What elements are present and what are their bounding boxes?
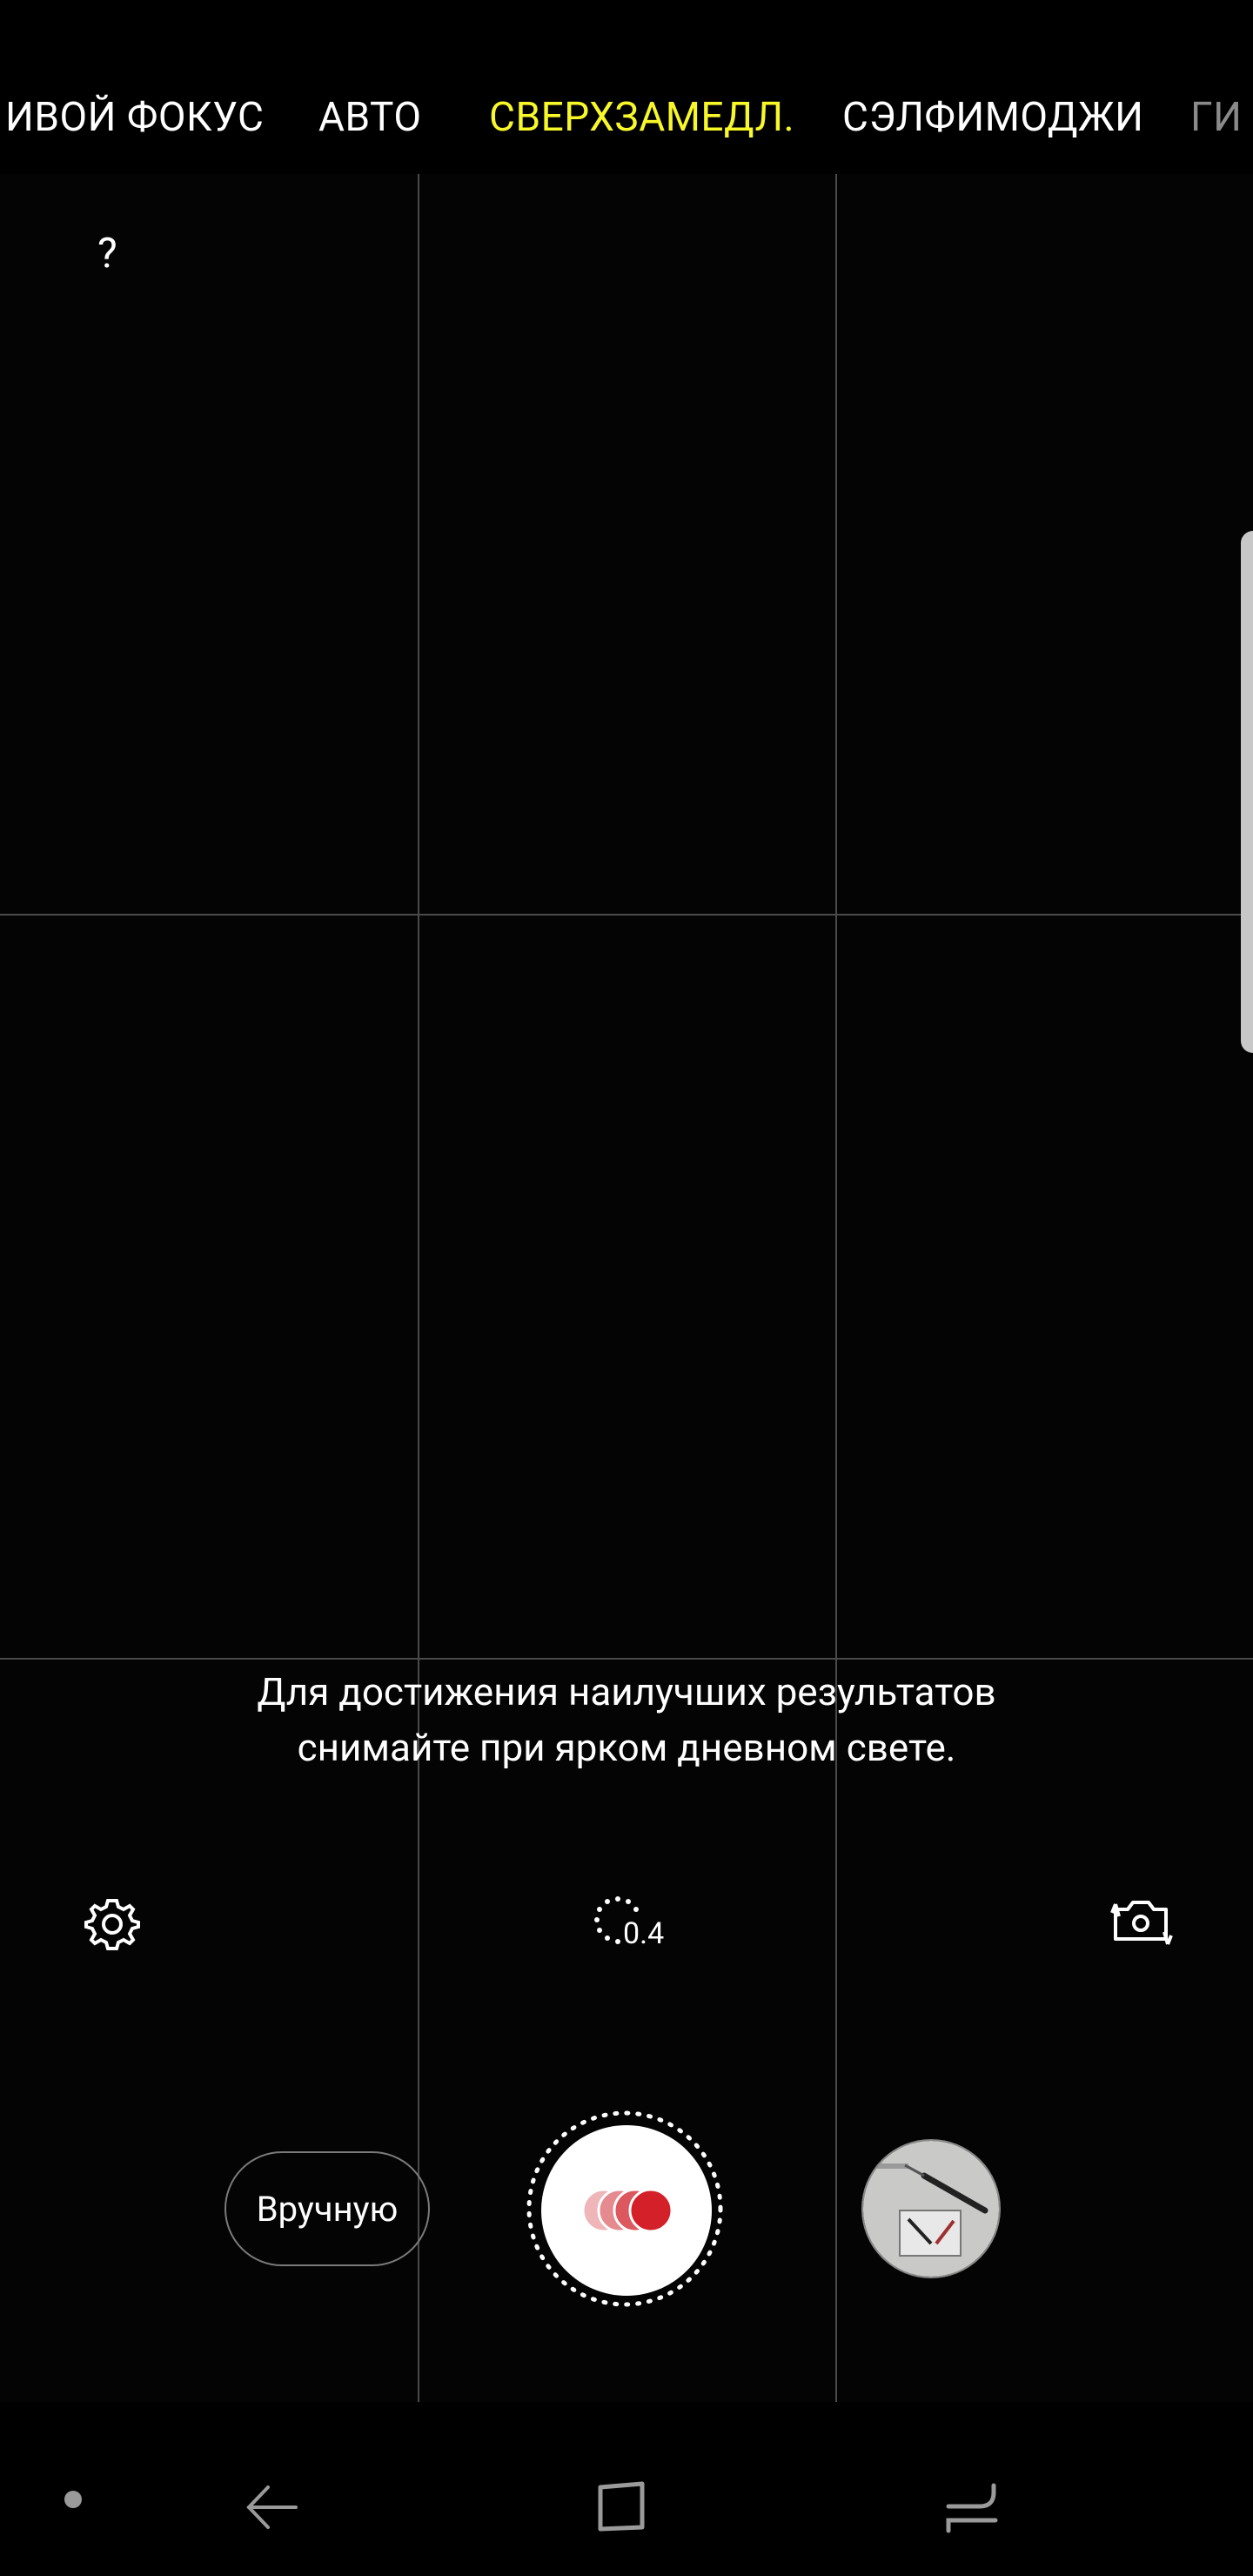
manual-mode-label: Вручную xyxy=(256,2188,399,2230)
manual-mode-button[interactable]: Вручную xyxy=(224,2151,430,2266)
grid-line-vertical-left xyxy=(418,174,419,2402)
system-navigation-bar xyxy=(0,2402,1253,2576)
grid-line-vertical-right xyxy=(835,174,837,2402)
gallery-thumbnail[interactable] xyxy=(861,2139,1001,2278)
lighting-tip-line2: снимайте при ярком дневном свете. xyxy=(297,1725,956,1770)
edge-panel-handle[interactable] xyxy=(1241,531,1253,1053)
mode-auto[interactable]: АВТО xyxy=(318,94,422,141)
mode-hyperlapse[interactable]: ГИ xyxy=(1190,94,1242,141)
mode-ar-emoji[interactable]: СЭЛФИМОДЖИ xyxy=(842,94,1143,141)
camera-mode-bar: ИВОЙ ФОКУС АВТО СВЕРХЗАМЕДЛ. СЭЛФИМОДЖИ … xyxy=(0,0,1253,174)
lighting-tip-line1: Для достижения наилучших результатов xyxy=(257,1669,996,1714)
recents-icon[interactable] xyxy=(945,2482,999,2536)
nav-dot-icon[interactable] xyxy=(63,2489,84,2510)
switch-camera-icon[interactable] xyxy=(1110,1897,1173,1949)
home-square-icon[interactable] xyxy=(593,2479,649,2534)
mode-live-focus[interactable]: ИВОЙ ФОКУС xyxy=(5,94,264,141)
help-button[interactable]: ? xyxy=(97,228,117,278)
mode-super-slow-mo[interactable]: СВЕРХЗАМЕДЛ. xyxy=(489,94,794,141)
camera-viewfinder[interactable] xyxy=(0,174,1253,2402)
grid-line-horizontal-bottom xyxy=(0,1658,1253,1660)
grid-line-horizontal-top xyxy=(0,914,1253,916)
gear-icon[interactable] xyxy=(84,1895,141,1953)
motion-detect-timer-icon[interactable]: 0.4 xyxy=(592,1894,670,1955)
super-slow-mo-record-icon xyxy=(581,2188,673,2233)
back-arrow-icon[interactable] xyxy=(245,2480,299,2534)
timer-value: 0.4 xyxy=(623,1916,665,1951)
lighting-tip: Для достижения наилучших результатов сни… xyxy=(0,1664,1253,1775)
